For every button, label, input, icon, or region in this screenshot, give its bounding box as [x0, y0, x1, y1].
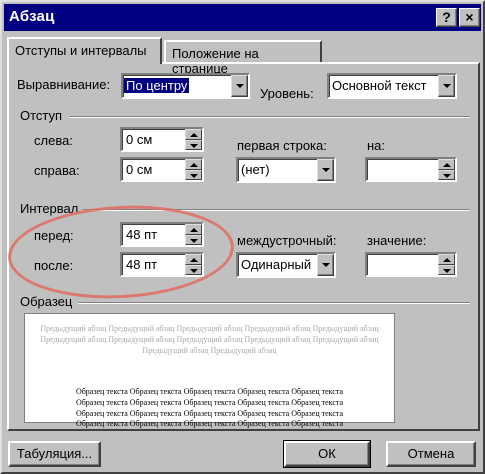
window-title: Абзац: [9, 8, 55, 25]
close-button[interactable]: ×: [459, 8, 480, 27]
tab-indents-spacing[interactable]: Отступы и интервалы: [7, 37, 162, 64]
tab-indents-spacing-label: Отступы и интервалы: [15, 43, 147, 58]
help-button[interactable]: ?: [436, 8, 457, 27]
cancel-button[interactable]: Отмена: [386, 441, 476, 467]
title-bar[interactable]: Абзац ? ×: [4, 4, 481, 31]
ok-button[interactable]: ОК: [283, 440, 371, 468]
tabs-button[interactable]: Табуляция...: [8, 441, 101, 467]
tab-line-page-breaks[interactable]: Положение на странице: [164, 40, 322, 76]
tab-panel: [7, 62, 480, 431]
paragraph-dialog: Абзац ? × Отступы и интервалы Положение …: [0, 0, 485, 474]
